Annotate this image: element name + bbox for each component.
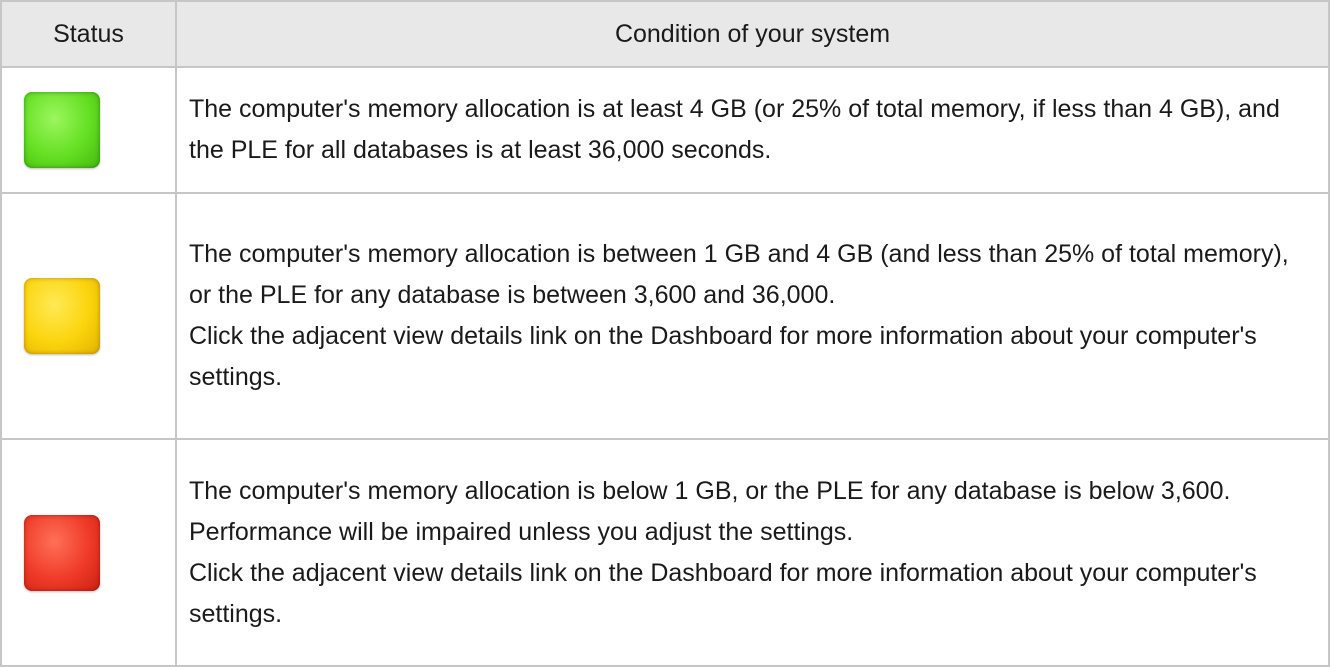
condition-cell: The computer's memory allocation is betw… <box>175 192 1330 440</box>
condition-cell: The computer's memory allocation is at l… <box>175 66 1330 194</box>
condition-text: Click the adjacent view details link on … <box>189 322 1257 391</box>
green-status-indicator-icon <box>24 92 100 168</box>
status-cell <box>0 66 177 194</box>
red-status-indicator-icon <box>24 514 100 591</box>
condition-text: Click the adjacent view details link on … <box>189 558 1257 628</box>
condition-column-header: Condition of your system <box>175 0 1330 68</box>
condition-cell: The computer's memory allocation is belo… <box>175 438 1330 667</box>
condition-text: The computer's memory allocation is at l… <box>189 95 1280 164</box>
yellow-status-indicator-icon <box>24 278 100 354</box>
table-row-red: The computer's memory allocation is belo… <box>0 438 1330 667</box>
table-body: The computer's memory allocation is at l… <box>0 66 1330 667</box>
table-row-yellow: The computer's memory allocation is betw… <box>0 192 1330 440</box>
condition-text: The computer's memory allocation is belo… <box>189 476 1231 546</box>
status-cell <box>0 192 177 440</box>
table-header: Status Condition of your system <box>0 0 1330 68</box>
table-row-green: The computer's memory allocation is at l… <box>0 66 1330 194</box>
status-table: Status Condition of your system The comp… <box>0 0 1330 667</box>
header-row: Status Condition of your system <box>0 0 1330 68</box>
status-column-header: Status <box>0 0 177 68</box>
condition-text: The computer's memory allocation is betw… <box>189 240 1289 309</box>
status-cell <box>0 438 177 667</box>
